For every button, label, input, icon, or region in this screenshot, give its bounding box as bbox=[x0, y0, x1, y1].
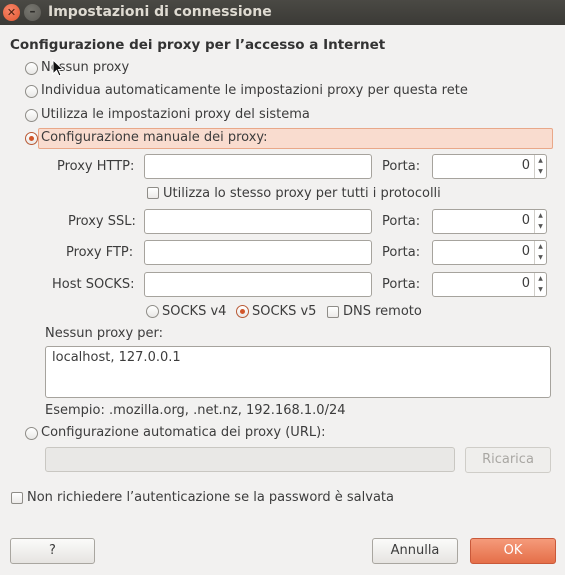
ftp-port-stepper[interactable]: 0 ▲ ▼ bbox=[432, 240, 547, 265]
socks-v4-radio[interactable] bbox=[146, 305, 159, 318]
ssl-host-input[interactable] bbox=[144, 209, 372, 234]
window-title: Impostazioni di connessione bbox=[48, 4, 272, 20]
no-proxy-radio[interactable] bbox=[25, 62, 38, 75]
socks-v5-label[interactable]: SOCKS v5 bbox=[252, 304, 316, 319]
ok-button[interactable]: OK bbox=[470, 538, 556, 564]
socks-port-label: Porta: bbox=[382, 277, 421, 292]
cancel-button[interactable]: Annulla bbox=[372, 538, 458, 564]
manual-proxy-radio[interactable] bbox=[25, 132, 38, 145]
system-proxy-radio[interactable] bbox=[25, 109, 38, 122]
ssl-port-value: 0 bbox=[521, 213, 530, 228]
spin-arrows-icon[interactable]: ▲ ▼ bbox=[534, 155, 546, 178]
auto-detect-label[interactable]: Individua automaticamente le impostazion… bbox=[41, 83, 468, 98]
title-bar: ✕ – Impostazioni di connessione bbox=[0, 0, 565, 25]
mouse-pointer-icon bbox=[52, 59, 65, 77]
system-proxy-label[interactable]: Utilizza le impostazioni proxy del siste… bbox=[41, 107, 310, 122]
socks-host-input[interactable] bbox=[144, 272, 372, 297]
http-port-stepper[interactable]: 0 ▲ ▼ bbox=[432, 154, 547, 179]
auto-config-radio[interactable] bbox=[25, 427, 38, 440]
http-host-input[interactable] bbox=[144, 154, 372, 179]
no-proxy-for-label: Nessun proxy per: bbox=[45, 326, 164, 341]
http-port-label: Porta: bbox=[382, 159, 421, 174]
manual-proxy-label[interactable]: Configurazione manuale dei proxy: bbox=[41, 130, 268, 145]
socks-port-value: 0 bbox=[521, 276, 530, 291]
auto-config-label[interactable]: Configurazione automatica dei proxy (URL… bbox=[41, 425, 326, 440]
no-proxy-example: Esempio: .mozilla.org, .net.nz, 192.168.… bbox=[45, 403, 346, 418]
socks-port-stepper[interactable]: 0 ▲ ▼ bbox=[432, 272, 547, 297]
socks-host-label: Host SOCKS: bbox=[52, 277, 135, 292]
same-proxy-checkbox[interactable] bbox=[147, 187, 159, 199]
no-auth-checkbox[interactable] bbox=[11, 492, 23, 504]
spin-arrows-icon[interactable]: ▲ ▼ bbox=[534, 273, 546, 296]
auto-config-url-input[interactable] bbox=[45, 447, 455, 472]
http-port-value: 0 bbox=[521, 158, 530, 173]
ssl-port-label: Porta: bbox=[382, 214, 421, 229]
ssl-proxy-label: Proxy SSL: bbox=[68, 214, 136, 229]
no-proxy-for-textarea[interactable]: localhost, 127.0.0.1 bbox=[45, 346, 551, 398]
minimize-icon[interactable]: – bbox=[24, 4, 41, 21]
dns-remote-label[interactable]: DNS remoto bbox=[343, 304, 422, 319]
ftp-port-value: 0 bbox=[521, 244, 530, 259]
close-icon[interactable]: ✕ bbox=[3, 4, 20, 21]
spin-arrows-icon[interactable]: ▲ ▼ bbox=[534, 210, 546, 233]
no-proxy-for-value: localhost, 127.0.0.1 bbox=[52, 350, 181, 365]
ftp-proxy-label: Proxy FTP: bbox=[66, 245, 134, 260]
spin-arrows-icon[interactable]: ▲ ▼ bbox=[534, 241, 546, 264]
auto-detect-radio[interactable] bbox=[25, 85, 38, 98]
http-proxy-label: Proxy HTTP: bbox=[57, 159, 135, 174]
ssl-port-stepper[interactable]: 0 ▲ ▼ bbox=[432, 209, 547, 234]
same-proxy-label[interactable]: Utilizza lo stesso proxy per tutti i pro… bbox=[163, 186, 441, 201]
socks-v5-radio[interactable] bbox=[236, 305, 249, 318]
section-title: Configurazione dei proxy per l’accesso a… bbox=[10, 37, 386, 53]
dns-remote-checkbox[interactable] bbox=[327, 306, 339, 318]
help-button[interactable]: ? bbox=[10, 538, 95, 564]
no-auth-label[interactable]: Non richiedere l’autenticazione se la pa… bbox=[27, 490, 394, 505]
ftp-port-label: Porta: bbox=[382, 245, 421, 260]
reload-button[interactable]: Ricarica bbox=[465, 447, 551, 473]
socks-v4-label[interactable]: SOCKS v4 bbox=[162, 304, 226, 319]
ftp-host-input[interactable] bbox=[144, 240, 372, 265]
